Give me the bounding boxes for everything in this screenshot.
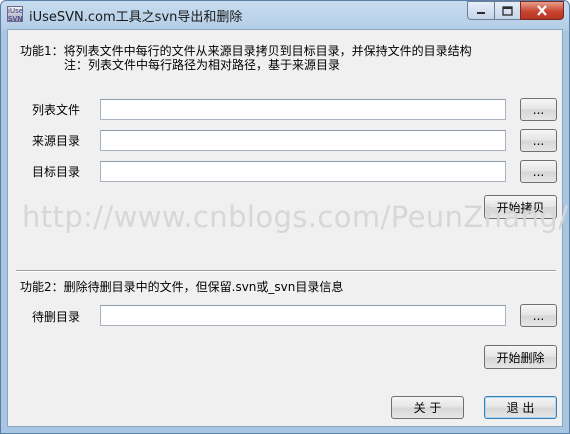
section-divider bbox=[16, 270, 556, 272]
delete-dir-label: 待删目录 bbox=[32, 310, 81, 324]
target-dir-input[interactable] bbox=[100, 161, 506, 182]
maximize-button[interactable] bbox=[494, 1, 520, 20]
about-button[interactable]: 关 于 bbox=[391, 396, 464, 419]
maximize-icon bbox=[502, 5, 513, 16]
window-title: iUseSVN.com工具之svn导出和删除 bbox=[29, 10, 243, 25]
title-bar[interactable]: iUse SVN iUseSVN.com工具之svn导出和删除 bbox=[1, 1, 569, 29]
target-dir-browse-button[interactable]: ... bbox=[520, 160, 557, 183]
watermark-text: http://www.cnblogs.com/PeunZhang/ bbox=[22, 200, 569, 234]
source-dir-label: 来源目录 bbox=[32, 134, 81, 148]
start-delete-button[interactable]: 开始删除 bbox=[484, 345, 557, 369]
section1-note: 注：列表文件中每行路径为相对路径，基于来源目录 bbox=[64, 58, 341, 72]
source-dir-input[interactable] bbox=[100, 130, 506, 151]
main-window: iUse SVN iUseSVN.com工具之svn导出和删除 功能1：将列表文… bbox=[0, 0, 570, 434]
exit-button[interactable]: 退 出 bbox=[484, 396, 557, 419]
client-area: 功能1：将列表文件中每行的文件从来源目录拷贝到目标目录，并保持文件的目录结构 注… bbox=[7, 29, 568, 427]
list-file-browse-button[interactable]: ... bbox=[520, 98, 557, 121]
list-file-label: 列表文件 bbox=[32, 103, 81, 117]
close-icon bbox=[537, 5, 547, 16]
list-file-input[interactable] bbox=[100, 99, 506, 120]
close-button[interactable] bbox=[520, 1, 564, 20]
app-icon[interactable]: iUse SVN bbox=[7, 6, 23, 23]
section2-heading: 功能2：删除待删目录中的文件，但保留.svn或_svn目录信息 bbox=[20, 280, 344, 294]
delete-dir-input[interactable] bbox=[100, 305, 506, 326]
delete-dir-browse-button[interactable]: ... bbox=[520, 304, 557, 327]
minimize-button[interactable] bbox=[467, 1, 494, 20]
caption-buttons bbox=[467, 1, 564, 20]
source-dir-browse-button[interactable]: ... bbox=[520, 129, 557, 152]
minimize-icon bbox=[477, 11, 485, 14]
target-dir-label: 目标目录 bbox=[32, 165, 81, 179]
